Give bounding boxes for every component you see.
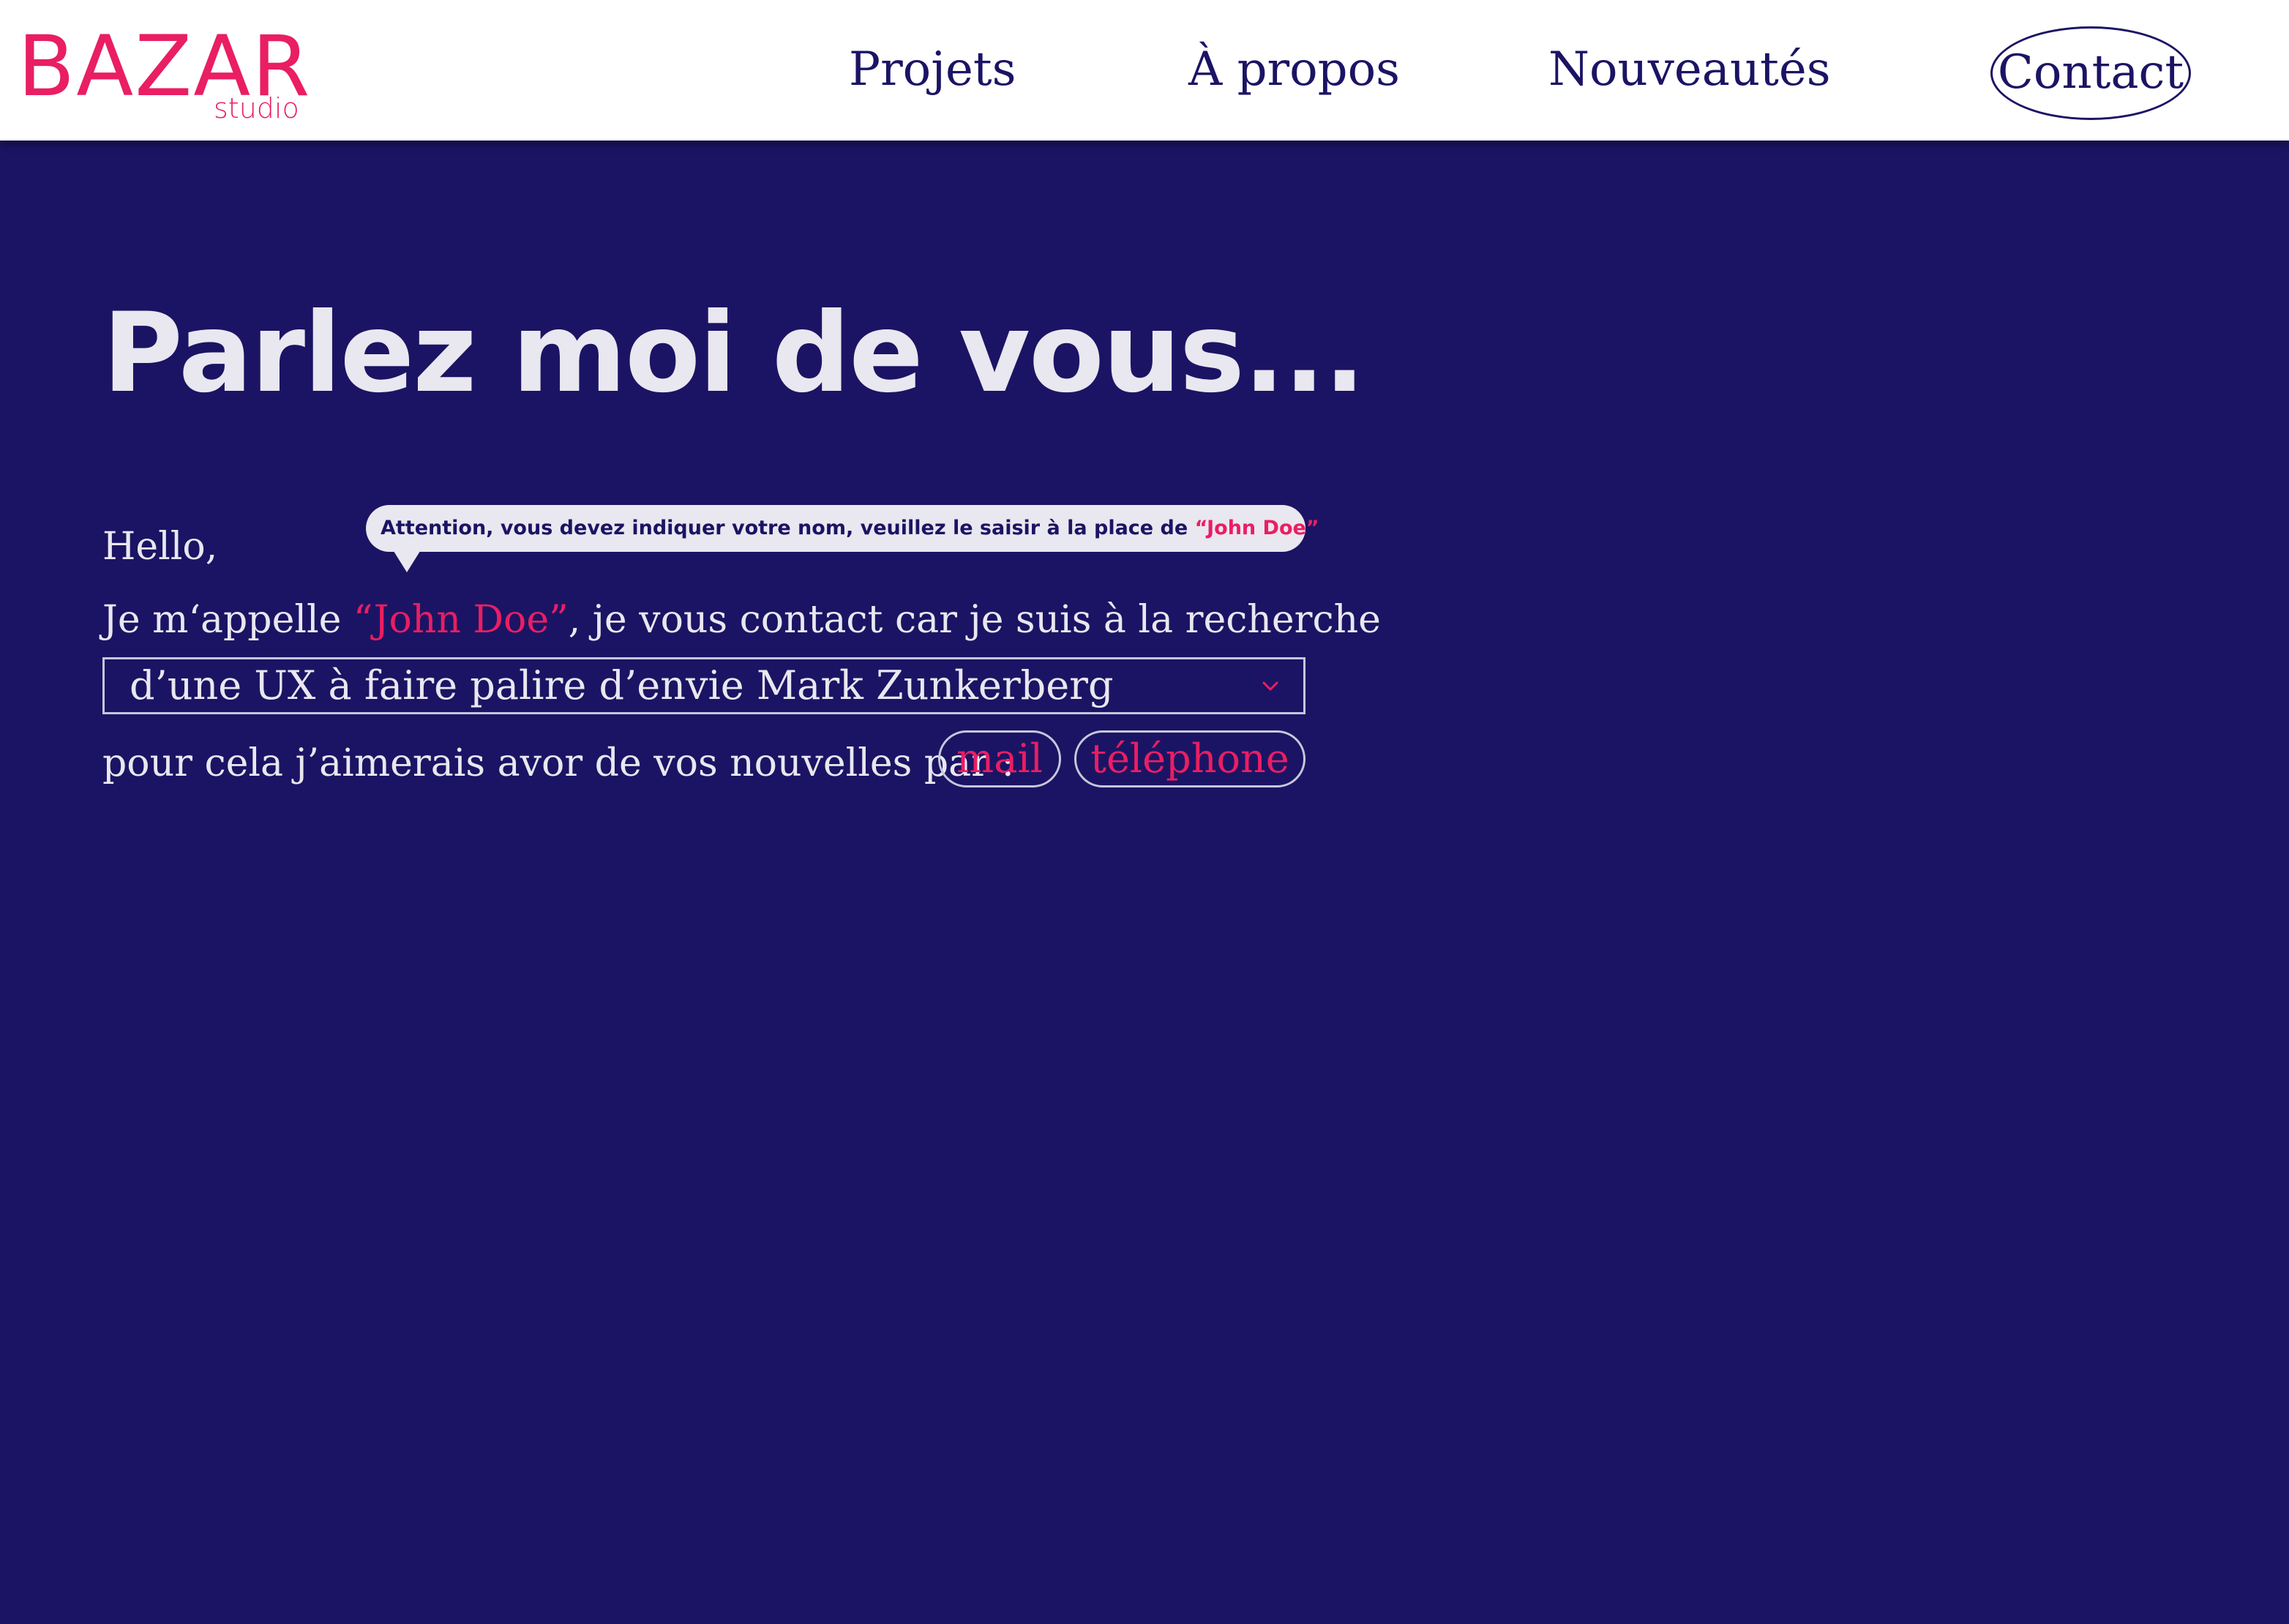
intro-suffix: , je vous contact car je suis à la reche… <box>568 598 1381 642</box>
tooltip-arrow <box>392 549 422 572</box>
logo[interactable]: BAZAR studio <box>18 25 310 127</box>
contact-prompt: pour cela j’aimerais avor de vos nouvell… <box>102 741 1015 785</box>
site-header: BAZAR studio Projets À propos Nouveautés… <box>0 0 2289 141</box>
page-title: Parlez moi de vous... <box>102 290 1365 417</box>
name-warning-tooltip: Attention, vous devez indiquer votre nom… <box>366 505 1319 552</box>
intro-prefix: Je m‘appelle <box>102 598 353 642</box>
name-input[interactable]: “John Doe” <box>353 598 569 642</box>
tooltip-text: Attention, vous devez indiquer votre nom… <box>381 517 1195 539</box>
logo-subtitle: studio <box>214 92 299 124</box>
nav-apropos-link[interactable]: À propos <box>1188 37 1400 102</box>
tooltip-highlight: “John Doe” <box>1194 517 1319 539</box>
need-select-value: d’une UX à faire palire d’envie Mark Zun… <box>130 662 1114 708</box>
contact-mail-option[interactable]: mail <box>938 730 1061 787</box>
greeting-text: Hello, <box>102 525 218 569</box>
need-select[interactable]: d’une UX à faire palire d’envie Mark Zun… <box>102 657 1305 714</box>
contact-phone-option[interactable]: téléphone <box>1074 730 1305 787</box>
nav-contact-link[interactable]: Contact <box>1990 26 2191 120</box>
nav-nouveautes-link[interactable]: Nouveautés <box>1548 37 1831 102</box>
intro-line: Je m‘appelle “John Doe”, je vous contact… <box>102 594 1381 646</box>
chevron-down-icon[interactable] <box>1259 676 1281 697</box>
nav-projets-link[interactable]: Projets <box>849 37 1016 102</box>
